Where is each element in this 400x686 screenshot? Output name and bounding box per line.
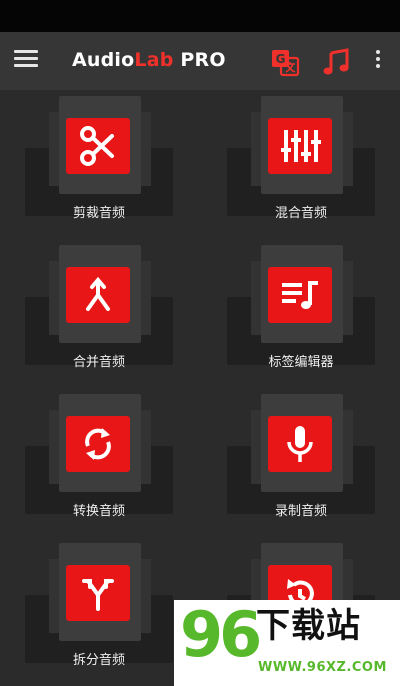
equalizer-icon [268, 118, 332, 174]
app-title-lab: Lab [134, 49, 174, 71]
watermark-url: WWW.96XZ.COM [258, 660, 387, 675]
tool-label: 剪裁音频 [72, 206, 125, 221]
tool-card-record[interactable]: 录制音频 [227, 394, 375, 519]
tool-card-mix[interactable]: 混合音频 [227, 96, 375, 221]
scissors-icon [66, 118, 130, 174]
card-edge [49, 112, 59, 186]
tool-card-trim[interactable]: 剪裁音频 [25, 96, 173, 221]
watermark: 96 下载站 WWW.96XZ.COM [174, 600, 400, 686]
merge-icon [66, 267, 130, 323]
card-edge [49, 261, 59, 335]
card-edge [251, 410, 261, 484]
card-edge [343, 410, 353, 484]
tool-label: 标签编辑器 [268, 355, 334, 370]
microphone-icon [268, 416, 332, 472]
svg-text:G: G [276, 52, 286, 66]
watermark-number: 96 [180, 598, 262, 671]
card-edge [141, 261, 151, 335]
card-edge [343, 112, 353, 186]
translate-icon[interactable]: G [270, 47, 300, 77]
hamburger-icon[interactable] [14, 50, 38, 70]
tool-label: 拆分音频 [72, 653, 125, 668]
card-edge [251, 112, 261, 186]
card-edge [49, 559, 59, 633]
card-edge [49, 410, 59, 484]
card-edge [141, 112, 151, 186]
music-note-icon[interactable] [322, 47, 350, 77]
tool-label: 录制音频 [274, 504, 327, 519]
tool-label: 混合音频 [274, 206, 327, 221]
card-edge [141, 559, 151, 633]
watermark-text: 下载站 [256, 606, 361, 646]
tool-card-split[interactable]: 拆分音频 [25, 543, 173, 668]
app-title-audio: Audio [72, 49, 135, 71]
playlist-music-icon [268, 267, 332, 323]
tool-label: 合并音频 [72, 355, 125, 370]
tool-label: 转换音频 [72, 504, 125, 519]
card-edge [141, 410, 151, 484]
status-bar [0, 0, 400, 32]
split-icon [66, 565, 130, 621]
tool-card-convert[interactable]: 转换音频 [25, 394, 173, 519]
app-title: AudioLab PRO [72, 49, 226, 71]
tool-card-merge[interactable]: 合并音频 [25, 245, 173, 370]
card-edge [251, 261, 261, 335]
tool-card-tag-editor[interactable]: 标签编辑器 [227, 245, 375, 370]
app-bar: AudioLab PRO G [0, 32, 400, 90]
app-title-pro: PRO [173, 49, 226, 71]
card-edge [343, 261, 353, 335]
more-vertical-icon[interactable] [372, 50, 384, 74]
convert-icon [66, 416, 130, 472]
